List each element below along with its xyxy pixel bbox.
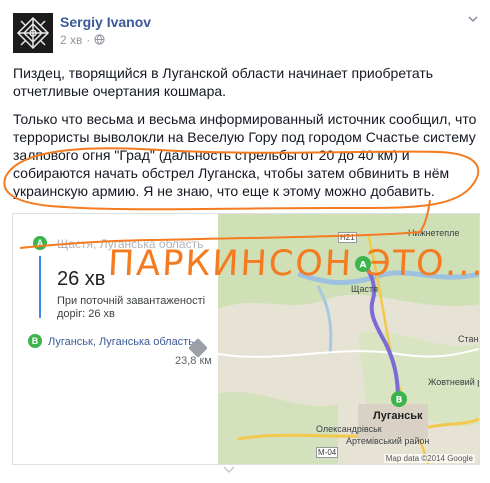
map-label-oleksandrivsk: Олександрівськ — [316, 424, 382, 434]
facebook-post: Sergiy Ivanov 2 хв · Пиздец, творящийся в… — [0, 0, 490, 483]
chevron-down-icon[interactable] — [466, 12, 480, 26]
avatar[interactable] — [13, 13, 53, 53]
duration: 26 хв — [57, 268, 106, 290]
map-label-zhovtnevyi: Жовтневий район — [428, 377, 479, 387]
map-copyright: Map data ©2014 Google — [383, 454, 475, 463]
post-text-paragraph-2: Только что весьма и весьма информированн… — [13, 111, 477, 199]
post-text-paragraph-1: Пиздец, творящийся в Луганской области н… — [13, 65, 434, 99]
globe-icon[interactable] — [94, 34, 106, 45]
route-line — [39, 256, 41, 318]
map-road-h21: H21 — [338, 232, 357, 243]
map-label-artemivskyi: Артемівський район — [346, 436, 430, 446]
start-pin-icon: A — [33, 236, 47, 250]
annotation-text: ПАРКИНСОН ЭТО... — [106, 244, 486, 284]
post-meta: 2 хв · — [60, 33, 106, 47]
map-label-stanytsia: Станиц — [458, 334, 479, 344]
map-pin-b: B — [396, 396, 403, 406]
traffic-note: При поточній завантаженості доріг: 26 хв — [57, 295, 206, 320]
distance: 23,8 км — [175, 355, 212, 367]
map-road-m04: M-04 — [316, 447, 339, 458]
separator: · — [86, 33, 91, 47]
map-label-nyzhnoteple: Нижнетепле — [408, 228, 460, 238]
destination-link[interactable]: Луганськ, Луганська область — [48, 335, 198, 349]
timestamp[interactable]: 2 хв — [60, 33, 82, 47]
map-label-luhansk: Луганськ — [373, 410, 423, 422]
ornament-icon — [13, 13, 53, 53]
map-label-shchastia: Щастя — [351, 284, 379, 294]
author-name[interactable]: Sergiy Ivanov — [60, 14, 151, 30]
expand-chevron-icon[interactable] — [222, 465, 236, 475]
end-pin-icon: B — [28, 334, 42, 348]
